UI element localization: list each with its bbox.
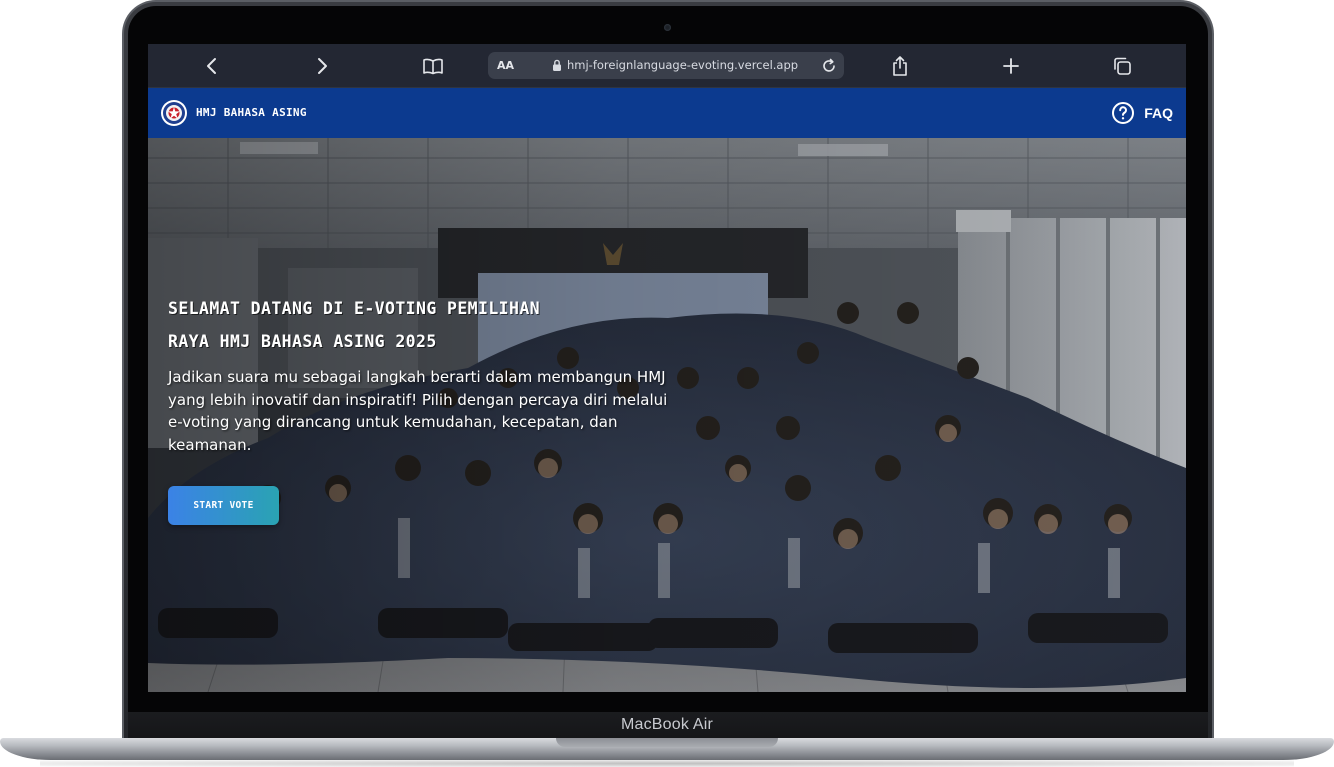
hero-section: Selamat Datang di E-Voting Pemilihan Ray… [148, 138, 1186, 692]
site-navbar: HMJ Bahasa Asing FAQ [148, 88, 1186, 138]
chevron-left-icon[interactable] [201, 55, 223, 77]
faq-link[interactable]: FAQ [1111, 101, 1173, 125]
book-icon[interactable] [422, 55, 444, 77]
url-text: hmj-foreignlanguage-evoting.vercel.app [567, 58, 799, 72]
hero-description: Jadikan suara mu sebagai langkah berarti… [168, 368, 668, 454]
chevron-right-icon[interactable] [311, 55, 333, 77]
hero-title: Selamat Datang di E-Voting Pemilihan Ray… [168, 292, 688, 358]
url-display[interactable]: hmj-foreignlanguage-evoting.vercel.app [552, 58, 798, 72]
question-circle-icon [1112, 102, 1135, 124]
address-bar[interactable]: AA hmj-foreignlanguage-evoting.vercel.ap… [488, 52, 844, 79]
screen: AA hmj-foreignlanguage-evoting.vercel.ap… [148, 44, 1186, 692]
tabs-icon[interactable] [1111, 55, 1133, 77]
brand-name[interactable]: HMJ Bahasa Asing [196, 106, 307, 119]
text-size-button[interactable]: AA [497, 59, 514, 72]
plus-icon[interactable] [1000, 55, 1022, 77]
start-vote-button[interactable]: Start Vote [168, 486, 279, 525]
camera-icon [664, 24, 671, 31]
hmj-logo[interactable] [161, 100, 187, 126]
lock-icon [553, 59, 561, 71]
faq-label: FAQ [1144, 105, 1173, 121]
hero-title-line-1: Selamat Datang di E-Voting Pemilihan [168, 299, 541, 318]
reload-icon[interactable] [818, 55, 840, 77]
browser-toolbar: AA hmj-foreignlanguage-evoting.vercel.ap… [148, 44, 1186, 88]
model-label: MacBook Air [620, 716, 713, 733]
share-icon[interactable] [889, 55, 911, 77]
hero-content: Selamat Datang di E-Voting Pemilihan Ray… [168, 292, 688, 525]
laptop-base-notch [556, 738, 778, 747]
laptop-shadow [40, 760, 1294, 767]
hero-title-line-2: Raya HMJ Bahasa Asing 2025 [168, 332, 437, 351]
